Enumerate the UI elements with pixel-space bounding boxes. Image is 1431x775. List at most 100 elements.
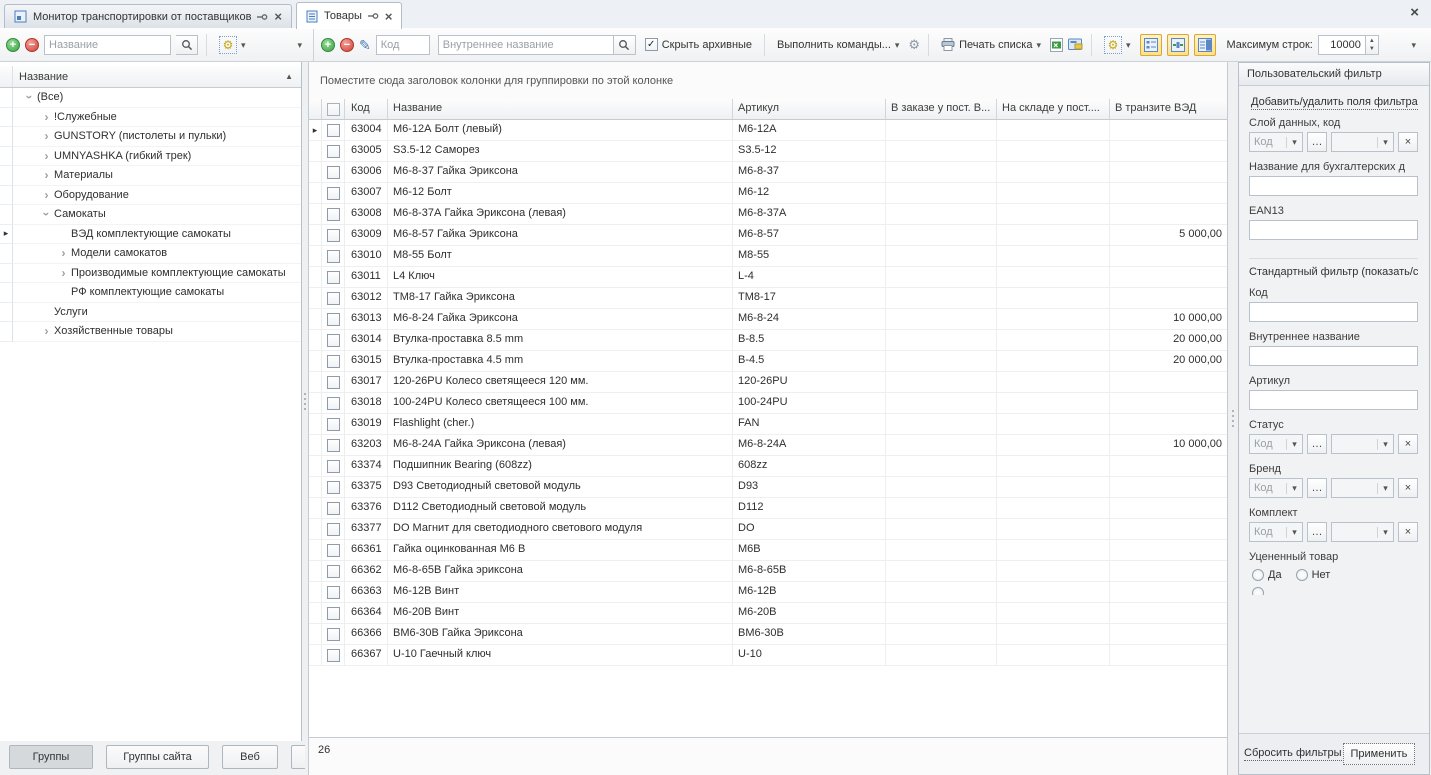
stepper-down-icon[interactable]: ▼ — [1366, 45, 1378, 53]
toggle-filter-panel-button[interactable] — [1194, 34, 1216, 56]
tree-item[interactable]: ›!Служебные — [0, 108, 301, 128]
row-checkbox[interactable] — [327, 439, 340, 452]
row-checkbox[interactable] — [327, 355, 340, 368]
close-tab-icon[interactable]: × — [385, 11, 393, 22]
table-row[interactable]: 63008М6-8-37А Гайка Эриксона (левая)М6-8… — [309, 204, 1227, 225]
table-row[interactable]: 66361Гайка оцинкованная М6 ВМ6В — [309, 540, 1227, 561]
chevron-right-icon[interactable]: › — [39, 169, 54, 181]
tab-groups[interactable]: Группы — [9, 745, 93, 769]
chevron-down-icon[interactable]: › — [24, 90, 36, 105]
tree-item[interactable]: ›Материалы — [0, 166, 301, 186]
row-checkbox[interactable] — [327, 481, 340, 494]
clear-icon[interactable]: × — [1398, 132, 1418, 152]
row-checkbox[interactable] — [327, 397, 340, 410]
tree-item[interactable]: ›Оборудование — [0, 186, 301, 206]
search-icon[interactable] — [614, 35, 636, 55]
row-checkbox[interactable] — [327, 586, 340, 599]
chevron-right-icon[interactable]: › — [56, 267, 71, 279]
apply-filters-button[interactable]: Применить — [1343, 743, 1416, 765]
table-row[interactable]: 63375D93 Светодиодный световой модульD93 — [309, 477, 1227, 498]
ellipsis-button[interactable]: … — [1307, 132, 1327, 152]
chevron-right-icon[interactable]: › — [39, 189, 54, 201]
filter-value-combo[interactable]: ▾ — [1331, 434, 1394, 454]
chevron-down-icon[interactable]: ▾ — [1377, 527, 1393, 538]
tree-item[interactable]: Услуги — [0, 303, 301, 323]
clear-icon[interactable]: × — [1398, 434, 1418, 454]
table-row[interactable]: 63009М6-8-57 Гайка ЭриксонаМ6-8-575 000,… — [309, 225, 1227, 246]
column-header-code[interactable]: Код — [345, 99, 388, 120]
table-row[interactable]: 63007М6-12 БолтМ6-12 — [309, 183, 1227, 204]
print-list-button[interactable]: Печать списка ▾ — [937, 36, 1045, 53]
ellipsis-button[interactable]: … — [1307, 478, 1327, 498]
tree-item[interactable]: РФ комплектующие самокаты — [0, 283, 301, 303]
row-checkbox[interactable] — [327, 334, 340, 347]
chevron-down-icon[interactable]: ▾ — [1377, 137, 1393, 148]
table-row[interactable]: 66366ВМ6-30В Гайка ЭриксонаВМ6-30В — [309, 624, 1227, 645]
remove-item-button[interactable]: − — [340, 38, 354, 52]
select-all-header-cell[interactable] — [322, 99, 345, 120]
tree-item[interactable]: ›Самокаты — [0, 205, 301, 225]
column-header-transit[interactable]: В транзите ВЭД — [1110, 99, 1227, 120]
table-row[interactable]: 63014Втулка-проставка 8.5 mmВ-8.520 000,… — [309, 330, 1227, 351]
chevron-down-icon[interactable]: ▾ — [1286, 483, 1302, 494]
grid-settings-button[interactable]: ⚙ ▾ — [1100, 34, 1135, 56]
reset-filters-button[interactable]: Сбросить фильтры — [1244, 747, 1342, 761]
max-rows-stepper[interactable]: ▲▼ — [1318, 35, 1379, 55]
filter-text-input[interactable] — [1249, 302, 1418, 322]
chevron-down-icon[interactable]: › — [41, 207, 53, 222]
close-tab-icon[interactable]: × — [274, 11, 282, 22]
table-row[interactable]: 63019Flashlight (cher.)FAN — [309, 414, 1227, 435]
table-row[interactable]: 63012ТМ8-17 Гайка ЭриксонаTM8-17 — [309, 288, 1227, 309]
table-row[interactable]: 63011L4 КлючL-4 — [309, 267, 1227, 288]
toolbar-overflow-icon[interactable]: ▾ — [1411, 40, 1424, 50]
tree-toolbar-overflow-icon[interactable]: ▾ — [297, 40, 307, 50]
table-row[interactable]: ▸63004М6-12А Болт (левый)М6-12А — [309, 120, 1227, 141]
tab-b-truncated[interactable]: Б — [291, 745, 305, 769]
chevron-right-icon[interactable]: › — [39, 130, 54, 142]
row-checkbox[interactable] — [327, 313, 340, 326]
edit-pencil-icon[interactable]: ✎ — [359, 38, 371, 52]
filter-field-combo[interactable]: Код▾ — [1249, 434, 1303, 454]
table-row[interactable]: 63005S3.5-12 СаморезS3.5-12 — [309, 141, 1227, 162]
pin-icon[interactable] — [368, 11, 379, 21]
table-row[interactable]: 66367U-10 Гаечный ключU-10 — [309, 645, 1227, 666]
chevron-right-icon[interactable]: › — [39, 325, 54, 337]
clear-icon[interactable]: × — [1398, 522, 1418, 542]
row-checkbox[interactable] — [327, 607, 340, 620]
table-row[interactable]: 63010М8-55 БолтM8-55 — [309, 246, 1227, 267]
tree-item[interactable]: ›(Все) — [0, 88, 301, 108]
row-checkbox[interactable] — [327, 649, 340, 662]
ellipsis-button[interactable]: … — [1307, 434, 1327, 454]
export-excel-icon[interactable] — [1050, 38, 1063, 52]
row-checkbox[interactable] — [327, 502, 340, 515]
filter-text-input[interactable] — [1249, 220, 1418, 240]
row-checkbox[interactable] — [327, 544, 340, 557]
tree-item[interactable]: ›UMNYASHKA (гибкий трек) — [0, 147, 301, 167]
row-checkbox[interactable] — [327, 250, 340, 263]
row-checkbox[interactable] — [327, 292, 340, 305]
filter-value-combo[interactable]: ▾ — [1331, 478, 1394, 498]
tab-site-groups[interactable]: Группы сайта — [106, 745, 209, 769]
stepper-buttons[interactable]: ▲▼ — [1366, 35, 1379, 55]
row-checkbox[interactable] — [327, 271, 340, 284]
tree-search-input[interactable] — [44, 35, 171, 55]
row-checkbox[interactable] — [327, 166, 340, 179]
table-row[interactable]: 63013М6-8-24 Гайка ЭриксонаМ6-8-2410 000… — [309, 309, 1227, 330]
add-remove-filter-fields-link[interactable]: Добавить/удалить поля фильтра — [1251, 96, 1418, 110]
table-row[interactable]: 63006М6-8-37 Гайка ЭриксонаМ6-8-37 — [309, 162, 1227, 183]
tree-item[interactable]: ▸ВЭД комплектующие самокаты — [0, 225, 301, 245]
row-checkbox[interactable] — [327, 229, 340, 242]
run-commands-button[interactable]: Выполнить команды... ▾ — [773, 37, 903, 53]
pin-icon[interactable] — [257, 12, 268, 22]
row-checkbox[interactable] — [327, 208, 340, 221]
filter-text-input[interactable] — [1249, 346, 1418, 366]
max-rows-input[interactable] — [1318, 35, 1366, 55]
table-row[interactable]: 63015Втулка-проставка 4.5 mmВ-4.520 000,… — [309, 351, 1227, 372]
remove-group-button[interactable]: − — [25, 38, 39, 52]
card-properties-icon[interactable] — [1068, 38, 1083, 51]
tree-item[interactable]: ›Модели самокатов — [0, 244, 301, 264]
row-checkbox[interactable] — [327, 628, 340, 641]
tree-item[interactable]: ›GUNSTORY (пистолеты и пульки) — [0, 127, 301, 147]
tree-header-cell[interactable]: Название ▲ — [13, 66, 301, 87]
table-row[interactable]: 63377DO Магнит для светодиодного светово… — [309, 519, 1227, 540]
